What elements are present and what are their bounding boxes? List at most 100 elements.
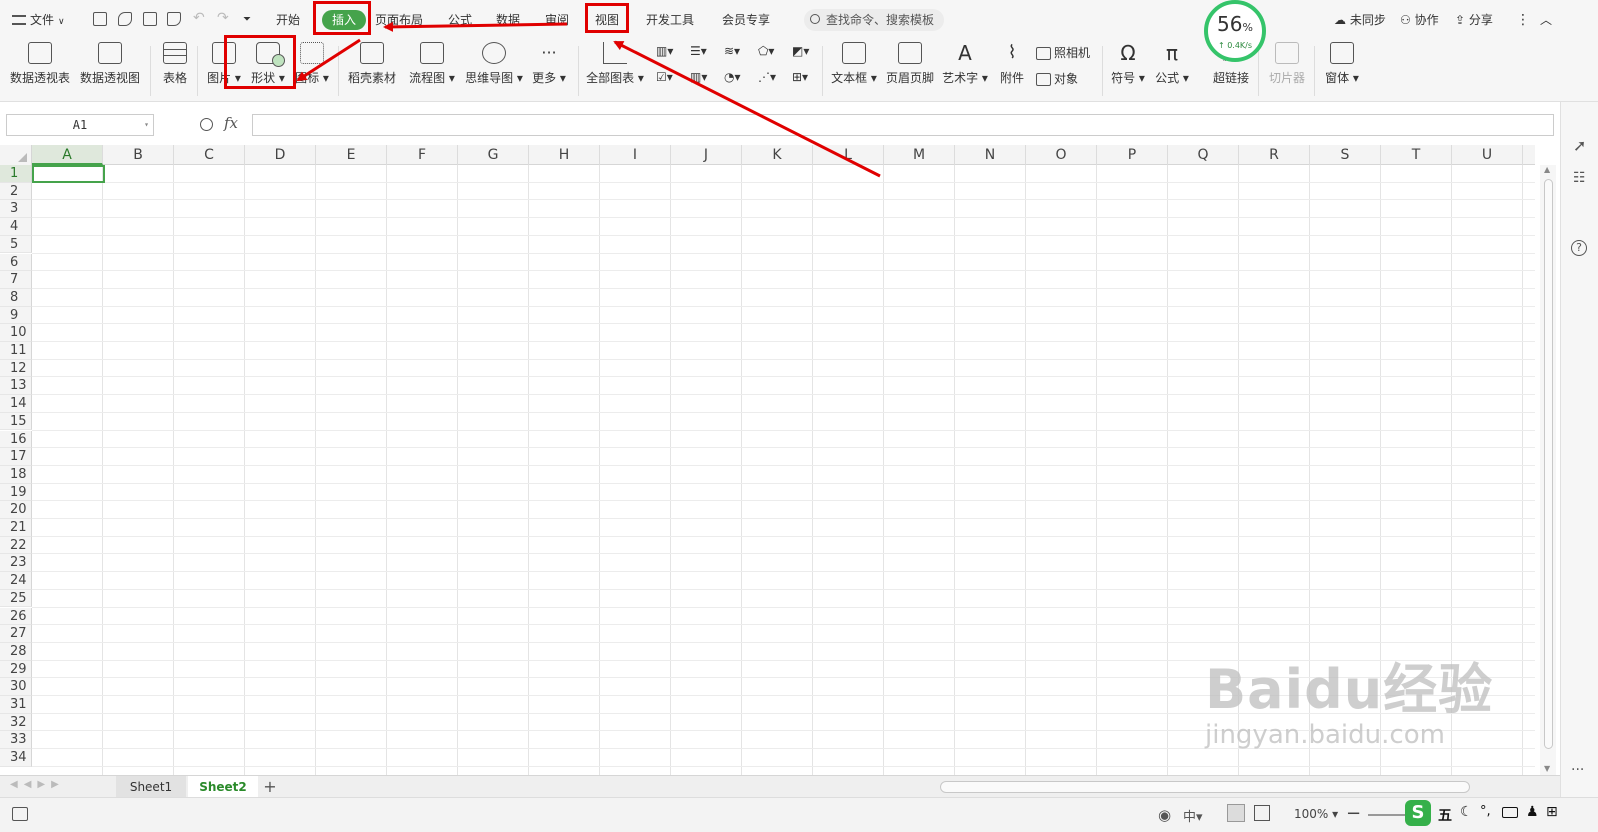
row-header[interactable]: 21 (0, 519, 32, 537)
page-layout-view-icon[interactable] (1254, 805, 1270, 821)
customize-toolbar-icon[interactable]: ⏷ (243, 11, 251, 29)
print-icon[interactable] (143, 12, 157, 26)
share-button[interactable]: ⇪ 分享 (1455, 11, 1493, 29)
row-header[interactable]: 4 (0, 218, 32, 236)
more-horizontal-icon[interactable]: ··· (1571, 762, 1584, 778)
vertical-scrollbar[interactable]: ▲ ▼ (1540, 165, 1556, 775)
row-header[interactable]: 27 (0, 625, 32, 643)
grid-menu-icon[interactable]: ⊞ (1546, 804, 1558, 820)
column-header[interactable]: F (387, 145, 458, 165)
pie-chart-button[interactable]: ◔▾ (724, 70, 741, 84)
eye-protection-icon[interactable]: ◉ (1158, 806, 1171, 824)
select-all-corner[interactable] (0, 145, 32, 165)
row-header[interactable]: 8 (0, 288, 32, 307)
icon-library-button[interactable]: 图标 ▾ (294, 42, 330, 86)
row-header[interactable]: 15 (0, 412, 32, 431)
print-preview-icon[interactable] (167, 12, 181, 26)
tab-home[interactable]: 开始 (276, 11, 300, 29)
tab-formulas[interactable]: 公式 (448, 11, 472, 29)
user-icon[interactable]: ♟ (1526, 804, 1539, 820)
header-footer-button[interactable]: 页眉页脚 (884, 42, 936, 86)
table-button[interactable]: 表格 (158, 42, 192, 86)
save-icon[interactable] (93, 12, 107, 26)
format-painter-icon[interactable] (118, 12, 132, 26)
column-header[interactable]: B (103, 145, 174, 165)
bar-chart-button[interactable]: ☰▾ (690, 44, 707, 58)
row-header[interactable]: 29 (0, 660, 32, 679)
add-sheet-button[interactable]: + (260, 776, 280, 798)
column-header[interactable]: I (600, 145, 671, 165)
column-header[interactable]: U (1452, 145, 1523, 165)
column-header[interactable]: L (813, 145, 884, 165)
tab-view[interactable]: 视图 (595, 11, 619, 29)
column-header[interactable]: C (174, 145, 245, 165)
keyboard-icon[interactable] (1502, 807, 1518, 818)
row-header[interactable]: 25 (0, 589, 32, 608)
row-header[interactable]: 17 (0, 448, 32, 466)
column-header[interactable]: G (458, 145, 529, 165)
column-header[interactable]: K (742, 145, 813, 165)
ime-mode-label[interactable]: 五 (1438, 805, 1452, 825)
column-header[interactable]: E (316, 145, 387, 165)
column-chart-button[interactable]: ▥▾ (656, 44, 673, 58)
name-box[interactable]: A1 ▾ (6, 114, 154, 136)
picture-button[interactable]: 图片 ▾ (204, 42, 244, 86)
tab-data[interactable]: 数据 (496, 11, 520, 29)
flowchart-button[interactable]: 流程图 ▾ (404, 42, 460, 86)
sync-status-button[interactable]: ☁ 未同步 (1334, 11, 1386, 29)
column-header[interactable]: H (529, 145, 600, 165)
row-header[interactable]: 7 (0, 271, 32, 289)
other-chart-button[interactable]: ⊞▾ (792, 70, 808, 84)
object-button[interactable]: 对象 (1036, 70, 1078, 87)
row-header[interactable]: 34 (0, 749, 32, 767)
sogou-ime-logo[interactable]: S (1405, 800, 1431, 826)
file-menu[interactable]: 文件 ∨ (12, 11, 65, 29)
zoom-formula-icon[interactable] (200, 118, 213, 131)
column-header[interactable]: M (884, 145, 955, 165)
row-header[interactable]: 33 (0, 731, 32, 750)
settings-sliders-icon[interactable]: ☷ (1573, 170, 1586, 186)
row-header[interactable]: 23 (0, 554, 32, 573)
row-header[interactable]: 3 (0, 200, 32, 219)
command-search-input[interactable]: 查找命令、搜索模板 (804, 9, 944, 31)
row-header[interactable]: 20 (0, 501, 32, 519)
column-header[interactable]: Q (1168, 145, 1239, 165)
row-header[interactable]: 18 (0, 465, 32, 484)
all-charts-button[interactable]: 全部图表 ▾ (584, 42, 646, 86)
row-header[interactable]: 9 (0, 306, 32, 325)
formula-input[interactable] (252, 114, 1554, 136)
row-header[interactable]: 32 (0, 713, 32, 732)
form-window-button[interactable]: 窗体 ▾ (1320, 42, 1364, 86)
moon-icon[interactable]: ☾ (1460, 804, 1473, 820)
collaborate-button[interactable]: ⚇ 协作 (1400, 11, 1439, 29)
macro-icon[interactable] (12, 807, 28, 821)
row-header[interactable]: 30 (0, 678, 32, 696)
input-method-icon[interactable]: 中▾ (1183, 806, 1203, 825)
column-header[interactable]: J (671, 145, 742, 165)
cell-area[interactable] (32, 165, 1535, 775)
sheet-tab-1[interactable]: Sheet1 (116, 776, 186, 798)
tab-review[interactable]: 审阅 (545, 11, 569, 29)
straw-materials-button[interactable]: 稻壳素材 (344, 42, 400, 86)
tab-developer[interactable]: 开发工具 (646, 11, 694, 29)
row-header[interactable]: 22 (0, 536, 32, 555)
area-chart-button[interactable]: ◩▾ (792, 44, 809, 58)
row-header[interactable]: 5 (0, 235, 32, 254)
sheet-tab-2[interactable]: Sheet2 (188, 776, 258, 798)
row-header[interactable]: 19 (0, 483, 32, 502)
more-options-icon[interactable]: ⋮ (1516, 11, 1530, 29)
network-speed-widget[interactable]: 56% ↑ 0.4K/s (1204, 0, 1266, 62)
normal-view-icon[interactable] (1227, 804, 1245, 822)
slicer-button[interactable]: 切片器 (1264, 42, 1310, 86)
zoom-level[interactable]: 100% ▾ (1294, 807, 1338, 821)
column-header[interactable]: N (955, 145, 1026, 165)
row-header[interactable]: 1 (0, 165, 32, 183)
column-header[interactable]: R (1239, 145, 1310, 165)
formula-button[interactable]: π 公式 ▾ (1152, 42, 1192, 86)
attachment-button[interactable]: ⌇ 附件 (996, 42, 1028, 86)
combo-chart-button[interactable]: ☑▾ (656, 70, 673, 84)
collapse-ribbon-icon[interactable]: ︿ (1540, 11, 1552, 29)
row-header[interactable]: 24 (0, 572, 32, 590)
undo-icon[interactable]: ↶ (193, 9, 205, 27)
column-header[interactable]: S (1310, 145, 1381, 165)
